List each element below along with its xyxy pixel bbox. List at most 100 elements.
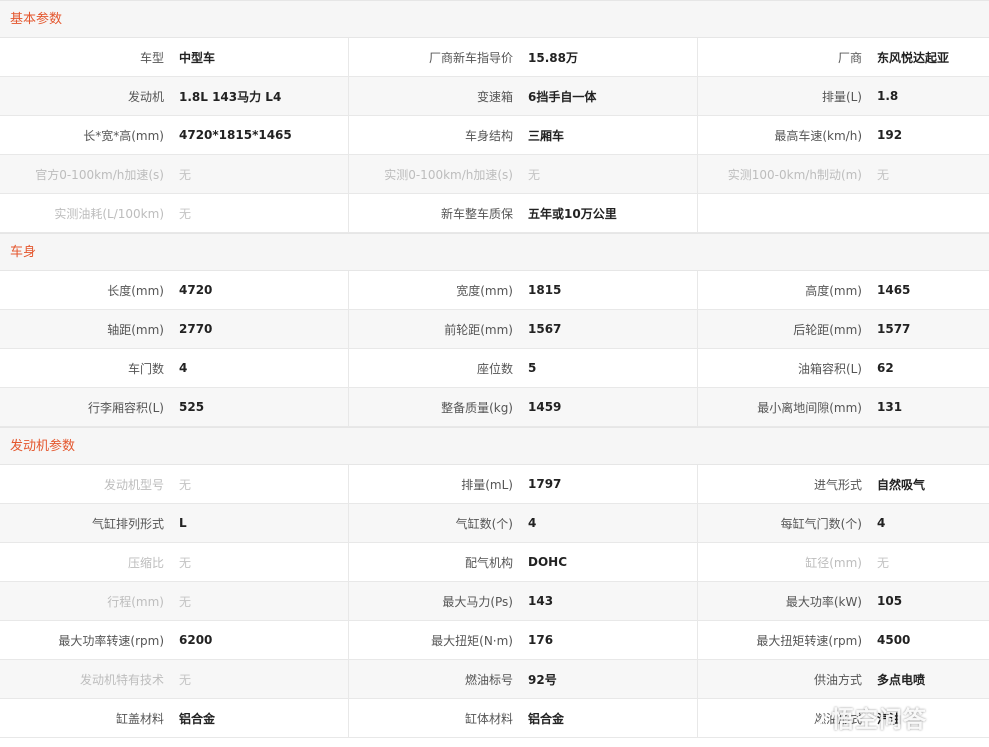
spec-cell: 长*宽*高(mm) 4720*1815*1465 bbox=[0, 116, 349, 154]
spec-cell: 车门数 4 bbox=[0, 349, 349, 387]
spec-row: 轴距(mm) 2770 前轮距(mm) 1567 后轮距(mm) 1577 bbox=[0, 310, 989, 349]
spec-cell: 整备质量(kg) 1459 bbox=[349, 388, 698, 426]
spec-row: 长*宽*高(mm) 4720*1815*1465 车身结构 三厢车 最高车速(km/h)… bbox=[0, 116, 989, 155]
spec-value: 1577 bbox=[877, 322, 911, 336]
spec-cell bbox=[698, 194, 989, 232]
spec-value: 1459 bbox=[528, 400, 562, 414]
spec-label: 气缸数(个) bbox=[455, 516, 513, 531]
spec-cell: 气缸排列形式 L bbox=[0, 504, 349, 542]
spec-label: 排量(mL) bbox=[461, 477, 513, 492]
spec-value: 525 bbox=[179, 400, 205, 414]
spec-cell: 缸盖材料 铝合金 bbox=[0, 699, 349, 737]
spec-cell: 发动机特有技术无 bbox=[0, 660, 349, 698]
spec-label: 缸体材料 bbox=[464, 711, 513, 726]
spec-value: 4 bbox=[877, 516, 886, 530]
spec-cell: 轴距(mm) 2770 bbox=[0, 310, 349, 348]
spec-label: 整备质量(kg) bbox=[441, 400, 513, 415]
spec-value: 62 bbox=[877, 361, 894, 375]
spec-label: 新车整车质保 bbox=[440, 206, 513, 221]
spec-value: 4720 bbox=[179, 283, 213, 297]
spec-value: 无 bbox=[528, 167, 541, 182]
spec-row: 行程(mm) 无 最大马力(Ps) 143 最大功率(kW) 105 bbox=[0, 582, 989, 621]
spec-value: 1.8 bbox=[877, 89, 899, 103]
spec-cell: 燃油标号 92号 bbox=[349, 660, 698, 698]
section-header: 发动机参数 bbox=[0, 427, 989, 465]
watermark-text: 悟空问答 bbox=[831, 707, 927, 733]
spec-cell: 发动机 1.8L 143马力 L4 bbox=[0, 77, 349, 115]
spec-cell: 排量(mL) 1797 bbox=[349, 465, 698, 503]
spec-cell: 前轮距(mm) 1567 bbox=[349, 310, 698, 348]
spec-label: 变速箱 bbox=[476, 89, 513, 104]
spec-cell: 高度(mm) 1465 bbox=[698, 271, 989, 309]
spec-label: 前轮距(mm) bbox=[444, 322, 513, 337]
spec-cell: 座位数 5 bbox=[349, 349, 698, 387]
spec-cell: 长度(mm) 4720 bbox=[0, 271, 349, 309]
spec-value: 1567 bbox=[528, 322, 562, 336]
spec-row: 官方0-100km/h加速(s) 无实测0-100km/h加速(s) 无实测100-… bbox=[0, 155, 989, 194]
section-header: 基本参数 bbox=[0, 0, 989, 38]
spec-value: 4720*1815*1465 bbox=[179, 128, 292, 142]
spec-cell: 缸体材料 铝合金 bbox=[349, 699, 698, 737]
spec-label: 长*宽*高(mm) bbox=[83, 128, 164, 143]
spec-label: 行程(mm) bbox=[107, 594, 164, 609]
spec-cell: 厂商 东风悦达起亚 bbox=[698, 38, 989, 76]
spec-label: 车身结构 bbox=[464, 128, 513, 143]
spec-row: 实测油耗(L/100km) 无 新车整车质保 五年或10万公里 bbox=[0, 194, 989, 233]
spec-cell: 最大功率(kW) 105 bbox=[698, 582, 989, 620]
spec-label: 实测油耗(L/100km) bbox=[54, 206, 164, 221]
spec-row: 压缩比无配气机构 DOHC 缸径(mm) 无 bbox=[0, 543, 989, 582]
spec-label: 每缸气门数(个) bbox=[780, 516, 862, 531]
spec-value: 无 bbox=[877, 555, 890, 570]
spec-label: 燃油标号 bbox=[464, 672, 513, 687]
spec-cell: 后轮距(mm) 1577 bbox=[698, 310, 989, 348]
spec-cell: 最大扭矩转速(rpm) 4500 bbox=[698, 621, 989, 659]
spec-value: 无 bbox=[179, 167, 192, 182]
spec-value: 176 bbox=[528, 633, 554, 647]
spec-label: 缸径(mm) bbox=[805, 555, 862, 570]
spec-cell: 配气机构 DOHC bbox=[349, 543, 698, 581]
spec-label: 最大扭矩转速(rpm) bbox=[756, 633, 862, 648]
spec-value: 6挡手自一体 bbox=[528, 89, 597, 104]
spec-label: 实测0-100km/h加速(s) bbox=[384, 167, 513, 182]
spec-cell: 实测100-0km/h制动(m) 无 bbox=[698, 155, 989, 193]
spec-cell: 最高车速(km/h) 192 bbox=[698, 116, 989, 154]
spec-cell: 实测0-100km/h加速(s) 无 bbox=[349, 155, 698, 193]
spec-value: 东风悦达起亚 bbox=[877, 50, 950, 65]
spec-value: 1815 bbox=[528, 283, 562, 297]
spec-cell: 实测油耗(L/100km) 无 bbox=[0, 194, 349, 232]
spec-cell: 车身结构 三厢车 bbox=[349, 116, 698, 154]
spec-label: 车型 bbox=[139, 50, 164, 65]
spec-cell: 发动机型号无 bbox=[0, 465, 349, 503]
spec-cell: 变速箱 6挡手自一体 bbox=[349, 77, 698, 115]
spec-cell: 最大马力(Ps) 143 bbox=[349, 582, 698, 620]
spec-cell: 官方0-100km/h加速(s) 无 bbox=[0, 155, 349, 193]
spec-value: 6200 bbox=[179, 633, 213, 647]
spec-cell: 新车整车质保 五年或10万公里 bbox=[349, 194, 698, 232]
spec-value: 无 bbox=[179, 206, 192, 221]
spec-row: 气缸排列形式 L 气缸数(个) 4 每缸气门数(个) 4 bbox=[0, 504, 989, 543]
spec-label: 后轮距(mm) bbox=[793, 322, 862, 337]
spec-value: 1797 bbox=[528, 477, 562, 491]
spec-label: 厂商新车指导价 bbox=[428, 50, 513, 65]
spec-cell: 排量(L) 1.8 bbox=[698, 77, 989, 115]
spec-value: 无 bbox=[179, 672, 192, 687]
spec-value: DOHC bbox=[528, 555, 568, 569]
spec-label: 最高车速(km/h) bbox=[774, 128, 862, 143]
spec-value: 三厢车 bbox=[528, 128, 565, 143]
spec-value: 1.8L 143马力 L4 bbox=[179, 89, 282, 104]
spec-cell: 油箱容积(L) 62 bbox=[698, 349, 989, 387]
spec-value: 无 bbox=[877, 167, 890, 182]
spec-label: 座位数 bbox=[476, 361, 513, 376]
spec-value: 2770 bbox=[179, 322, 213, 336]
spec-value: 中型车 bbox=[179, 50, 216, 65]
spec-label: 官方0-100km/h加速(s) bbox=[35, 167, 164, 182]
spec-table: 基本参数 车型 中型车 厂商新车指导价 15.88万 厂商 东风悦达起亚 发动机 1.8L 14… bbox=[0, 0, 989, 738]
spec-label: 最大功率(kW) bbox=[785, 594, 862, 609]
spec-label: 发动机 bbox=[127, 89, 164, 104]
spec-label: 缸盖材料 bbox=[115, 711, 164, 726]
spec-cell: 每缸气门数(个) 4 bbox=[698, 504, 989, 542]
spec-row: 发动机 1.8L 143马力 L4 变速箱 6挡手自一体 排量(L) 1.8 bbox=[0, 77, 989, 116]
spec-value: 自然吸气 bbox=[877, 477, 926, 492]
spec-value: 4500 bbox=[877, 633, 911, 647]
spec-label: 轴距(mm) bbox=[107, 322, 164, 337]
